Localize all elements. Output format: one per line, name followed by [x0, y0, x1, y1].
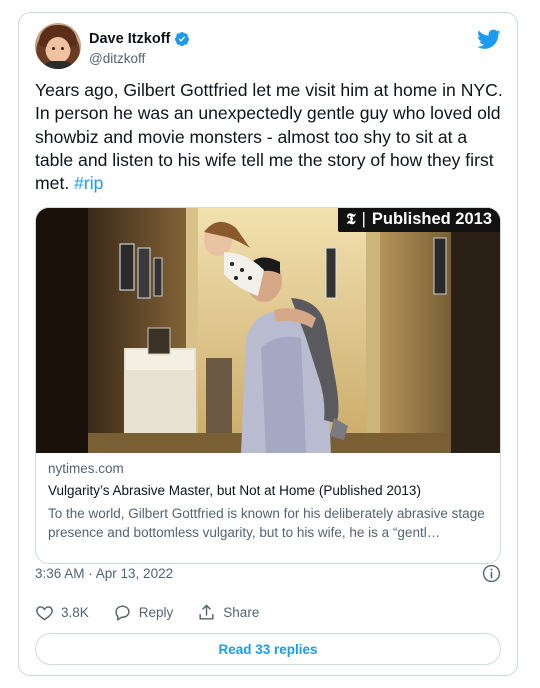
published-badge-label: Published 2013 — [371, 209, 492, 228]
reply-button[interactable]: Reply — [113, 603, 174, 622]
hashtag-link[interactable]: #rip — [74, 173, 103, 193]
heart-icon — [36, 606, 53, 621]
published-badge: 𝕿 | Published 2013 — [338, 208, 500, 232]
link-preview-card[interactable]: 𝕿 | Published 2013 nytimes.com Vulgarity… — [35, 207, 501, 564]
tweet-text: Years ago, Gilbert Gottfried let me visi… — [35, 79, 505, 195]
article-photo[interactable] — [36, 208, 501, 453]
link-description: To the world, Gilbert Gottfried is known… — [48, 506, 485, 540]
reply-label: Reply — [138, 605, 174, 620]
share-button[interactable]: Share — [197, 603, 259, 622]
author-handle[interactable]: @ditzkoff — [89, 51, 145, 66]
author-name-row: Dave Itzkoff — [89, 31, 190, 47]
author-display-name[interactable]: Dave Itzkoff — [89, 31, 170, 47]
nyt-logo-icon: 𝕿 — [346, 210, 356, 228]
link-title[interactable]: Vulgarity’s Abrasive Master, but Not at … — [48, 483, 421, 498]
twitter-bird-icon[interactable] — [477, 27, 501, 51]
avatar[interactable] — [35, 23, 81, 69]
like-button[interactable]: 3.8K — [35, 603, 89, 622]
verified-badge-icon — [175, 32, 190, 47]
link-domain: nytimes.com — [48, 461, 124, 476]
read-replies-button[interactable]: Read 33 replies — [35, 633, 501, 665]
tweet-text-body: Years ago, Gilbert Gottfried let me visi… — [35, 80, 503, 194]
tweet-actions: 3.8K Reply Share — [35, 603, 283, 622]
reply-bubble-icon — [115, 605, 130, 621]
info-icon[interactable] — [482, 564, 501, 583]
share-icon — [199, 604, 214, 620]
share-label: Share — [223, 605, 260, 620]
like-count: 3.8K — [61, 605, 89, 620]
tweet-card: Dave Itzkoff @ditzkoff Years ago, Gilber… — [18, 12, 518, 676]
tweet-timestamp[interactable]: 3:36 AM · Apr 13, 2022 — [35, 566, 173, 581]
